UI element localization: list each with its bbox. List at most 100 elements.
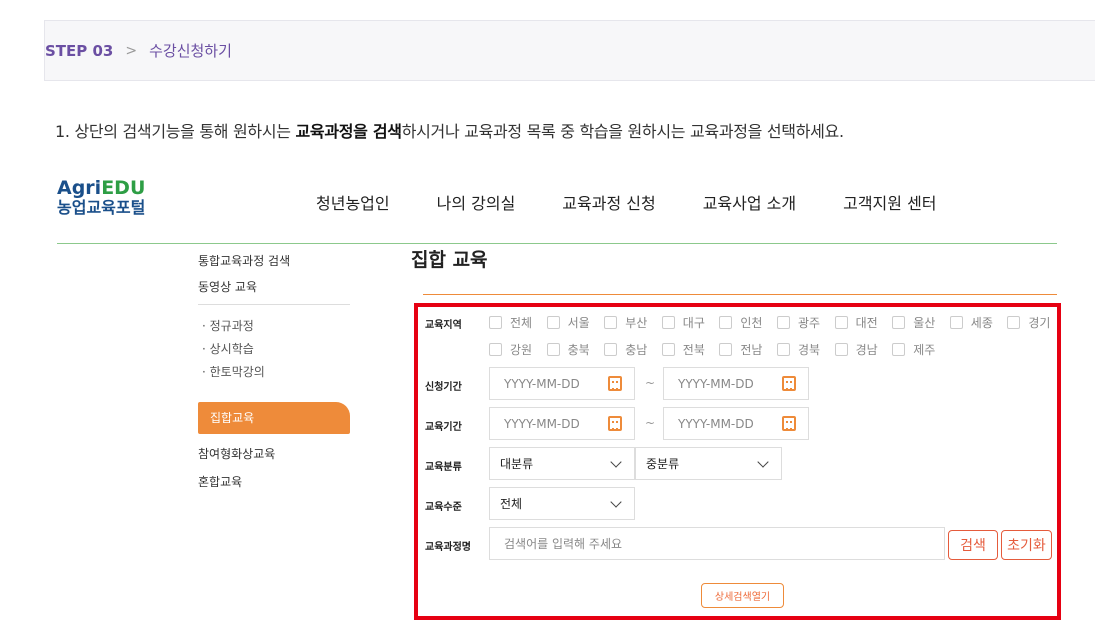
step-bar: STEP 03 > 수강신청하기 (44, 20, 1095, 81)
sidebar-item-group-edu[interactable]: 집합교육 (198, 402, 350, 434)
course-search-input[interactable]: 검색어를 입력해 주세요 (489, 527, 945, 560)
checkbox-icon[interactable] (892, 316, 906, 329)
apply-start-date[interactable]: YYYY-MM-DD (489, 367, 635, 400)
range-tilde: ~ (645, 376, 656, 390)
checkbox-icon[interactable] (546, 316, 560, 329)
nav-divider (57, 243, 1057, 244)
checkbox-icon[interactable] (892, 343, 906, 356)
region-checkbox-label: 전북 (682, 343, 705, 357)
checkbox-icon[interactable] (949, 316, 963, 329)
region-checkbox[interactable]: 경북 (777, 341, 820, 358)
nav-item-support-center[interactable]: 고객지원 센터 (843, 190, 936, 214)
region-checkbox-label: 울산 (913, 316, 936, 330)
advanced-search-button[interactable]: 상세검색열기 (701, 583, 784, 608)
edu-end-date[interactable]: YYYY-MM-DD (663, 407, 809, 440)
checkbox-icon[interactable] (661, 316, 675, 329)
nav-item-my-classroom[interactable]: 나의 강의실 (437, 190, 516, 214)
checkbox-icon[interactable] (719, 343, 733, 356)
region-checkbox[interactable]: 제주 (892, 341, 935, 358)
calendar-icon[interactable] (782, 416, 796, 431)
nav-item-youth-farmer[interactable]: 청년농업인 (316, 190, 390, 214)
step-title: 수강신청하기 (149, 42, 232, 60)
chevron-right-icon: > (125, 42, 138, 59)
region-checkbox[interactable]: 울산 (892, 314, 935, 331)
logo-edu: EDU (101, 177, 146, 199)
checkbox-icon[interactable] (661, 343, 675, 356)
category-label: 교육분류 (425, 462, 462, 473)
region-checkbox[interactable]: 전체 (489, 314, 532, 331)
checkbox-icon[interactable] (777, 343, 790, 356)
chevron-down-icon (610, 496, 622, 508)
sidebar-item-blended[interactable]: 혼합교육 (198, 468, 350, 496)
checkbox-icon[interactable] (834, 316, 848, 329)
region-checkbox[interactable]: 전남 (719, 341, 762, 358)
region-checkbox[interactable]: 충남 (604, 341, 647, 358)
calendar-icon[interactable] (608, 416, 622, 431)
range-tilde: ~ (645, 416, 656, 430)
region-checkbox-label: 세종 (970, 316, 993, 330)
region-checkbox-label: 광주 (798, 316, 821, 330)
nav-item-course-apply[interactable]: 교육과정 신청 (562, 190, 655, 214)
checkbox-icon[interactable] (777, 316, 790, 329)
category-minor-select[interactable]: 중분류 (635, 447, 782, 480)
level-select[interactable]: 전체 (489, 487, 635, 520)
region-checkbox-label: 인천 (740, 316, 763, 330)
region-checkbox[interactable]: 광주 (777, 314, 820, 331)
region-checkbox[interactable]: 서울 (546, 314, 590, 331)
region-checkbox-label: 강원 (510, 343, 533, 357)
checkbox-icon[interactable] (489, 316, 502, 329)
nav-item-program-intro[interactable]: 교육사업 소개 (703, 190, 796, 214)
region-checkbox-label: 서울 (567, 316, 590, 330)
apply-end-date[interactable]: YYYY-MM-DD (663, 367, 809, 400)
logo-agri: Agri (57, 177, 102, 199)
region-checkbox[interactable]: 경남 (834, 341, 878, 358)
region-checkbox[interactable]: 세종 (949, 314, 993, 331)
region-checkbox-label: 충북 (567, 343, 590, 357)
region-checkbox[interactable]: 충북 (546, 341, 590, 358)
checkbox-icon[interactable] (546, 343, 560, 356)
logo-subtitle: 농업교육포털 (57, 197, 146, 217)
sidebar: 통합교육과정 검색 동영상 교육 · 정규과정 · 상시학습 · 한토막강의 집… (198, 248, 350, 496)
sidebar-sub-regular[interactable]: · 정규과정 (198, 315, 350, 338)
region-checkbox-label: 경기 (1028, 316, 1051, 330)
region-checkbox[interactable]: 강원 (489, 341, 532, 358)
category-major-select[interactable]: 대분류 (489, 447, 635, 480)
region-checkbox[interactable]: 대구 (661, 314, 705, 331)
checkbox-icon[interactable] (604, 316, 618, 329)
region-checkbox[interactable]: 인천 (719, 314, 762, 331)
sidebar-sub-short[interactable]: · 한토막강의 (198, 361, 350, 384)
checkbox-icon[interactable] (604, 343, 618, 356)
page-title: 집합 교육 (411, 249, 488, 271)
region-label: 교육지역 (425, 320, 462, 331)
search-button[interactable]: 검색 (948, 530, 998, 560)
chevron-down-icon (610, 456, 622, 468)
sidebar-sub-anytime[interactable]: · 상시학습 (198, 338, 350, 361)
region-checkbox[interactable]: 경기 (1007, 314, 1050, 331)
region-checkbox-label: 충남 (625, 343, 648, 357)
site-logo[interactable]: AgriEDU 농업교육포털 (57, 178, 145, 216)
instruction-highlight: 교육과정을 검색 (295, 122, 402, 141)
region-checkbox[interactable]: 전북 (661, 341, 705, 358)
checkbox-icon[interactable] (834, 343, 848, 356)
region-checkbox-label: 전체 (510, 316, 533, 330)
checkbox-icon[interactable] (719, 316, 733, 329)
region-checkbox[interactable]: 대전 (834, 314, 878, 331)
region-checkbox-label: 제주 (913, 343, 936, 357)
region-checkbox-label: 전남 (740, 343, 763, 357)
title-divider (423, 294, 1057, 295)
checkbox-icon[interactable] (489, 343, 502, 356)
checkbox-icon[interactable] (1007, 316, 1021, 329)
region-checkbox[interactable]: 부산 (604, 314, 647, 331)
reset-button[interactable]: 초기화 (1001, 530, 1052, 560)
sidebar-item-video-edu[interactable]: 동영상 교육 (198, 274, 350, 300)
sidebar-item-video-participation[interactable]: 참여형화상교육 (198, 440, 350, 468)
sidebar-divider (198, 304, 350, 305)
edu-period-label: 교육기간 (425, 422, 462, 433)
step-number: STEP 03 (45, 41, 114, 60)
calendar-icon[interactable] (608, 376, 622, 391)
calendar-icon[interactable] (782, 376, 796, 391)
region-checkbox-label: 경북 (798, 343, 821, 357)
edu-start-date[interactable]: YYYY-MM-DD (489, 407, 635, 440)
region-checkbox-label: 대전 (855, 316, 878, 330)
sidebar-item-integrated-search[interactable]: 통합교육과정 검색 (198, 248, 350, 274)
